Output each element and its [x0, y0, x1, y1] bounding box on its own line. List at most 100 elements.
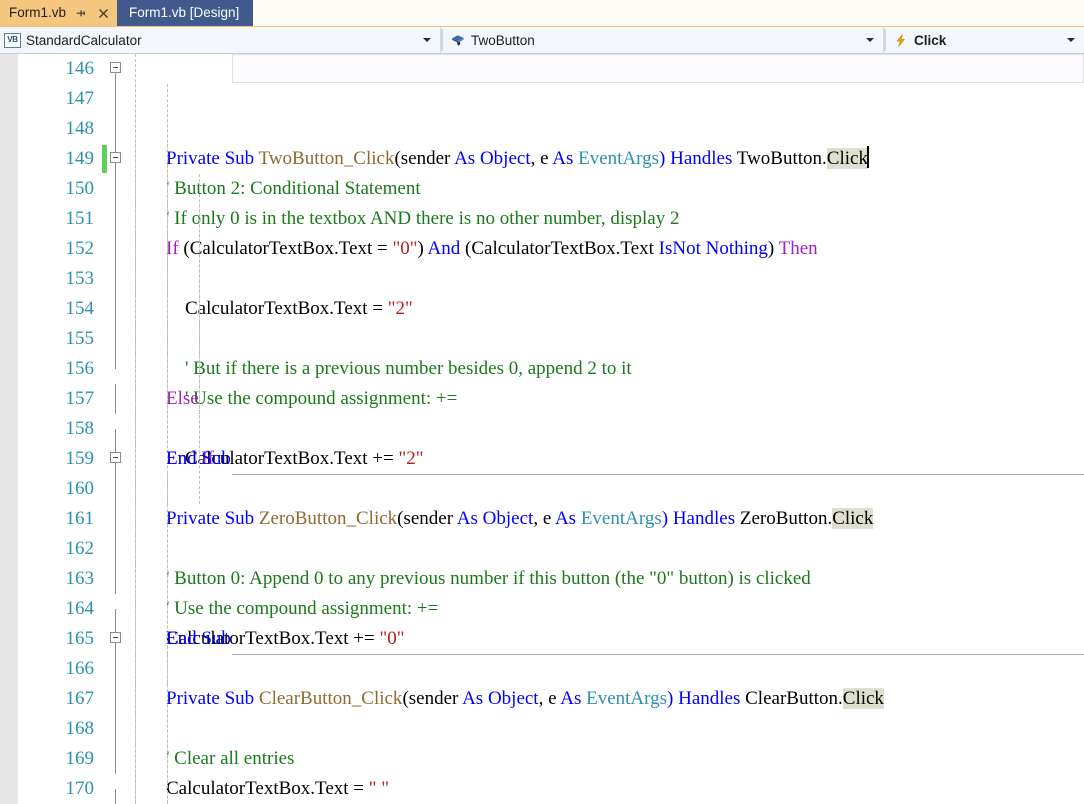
- indent-guide: [135, 774, 136, 804]
- code-line-156[interactable]: 156 End If: [18, 354, 1084, 504]
- tab-form1-vb-design[interactable]: Form1.vb [Design]: [117, 0, 254, 26]
- editor-text-area[interactable]: 146 Private Sub TwoButton_Click(sender A…: [18, 54, 1084, 804]
- code-line-151[interactable]: 151: [18, 204, 1084, 354]
- line-number: 157: [65, 388, 95, 409]
- outlining-line: [115, 474, 116, 504]
- code-line-153[interactable]: 153 ' Use the compound assignment: +=: [18, 264, 1084, 444]
- fold-collapse-icon[interactable]: [110, 62, 121, 73]
- line-number: 155: [65, 328, 95, 349]
- line-number: 165: [65, 628, 95, 649]
- code-line-147[interactable]: 147 ' Button 2: Conditional Statement: [18, 84, 1084, 234]
- outlining-line: [115, 609, 116, 624]
- line-number: 150: [65, 178, 95, 199]
- line-number: 152: [65, 238, 95, 259]
- code-line-168[interactable]: 168 CalculatorLabel.Text = " ": [18, 714, 1084, 804]
- outlining-line: [115, 429, 116, 444]
- line-number: 156: [65, 358, 95, 379]
- fold-collapse-icon[interactable]: [110, 452, 121, 463]
- line-number: 169: [65, 748, 95, 769]
- line-number: 162: [65, 538, 95, 559]
- line-number: 158: [65, 418, 95, 439]
- code-line-152[interactable]: 152 ' But if there is a previous number …: [18, 234, 1084, 414]
- tab-form1-vb[interactable]: Form1.vb: [0, 0, 118, 26]
- close-icon[interactable]: [97, 7, 110, 20]
- line-number: 149: [65, 148, 95, 169]
- chevron-down-icon-member[interactable]: [861, 38, 878, 42]
- code-content: [128, 774, 1084, 804]
- line-number: 147: [65, 88, 95, 109]
- code-line-164[interactable]: 164: [18, 594, 1084, 714]
- code-line-169[interactable]: 169 End Sub: [18, 744, 1084, 804]
- vb-file-icon: VB: [4, 32, 21, 48]
- vb-badge-label: VB: [4, 32, 21, 48]
- outlining-line: [115, 234, 116, 264]
- code-line-148[interactable]: 148 ' If only 0 is in the textbox AND th…: [18, 114, 1084, 264]
- outlining-line: [115, 294, 116, 324]
- line-number: 146: [65, 58, 95, 79]
- line-number: 164: [65, 598, 95, 619]
- change-indicator-bar: [102, 145, 107, 173]
- outlining-line: [115, 684, 116, 714]
- code-line-166[interactable]: 166 ' Clear all entries: [18, 654, 1084, 804]
- project-type-dropdown[interactable]: VB StandardCalculator: [0, 27, 441, 53]
- code-line-158[interactable]: 158: [18, 414, 1084, 534]
- outlining-line: [115, 504, 116, 534]
- code-line-161[interactable]: 161 ' Use the compound assignment: +=: [18, 504, 1084, 654]
- line-number: 159: [65, 448, 95, 469]
- editor-navigation-bar: VB StandardCalculator TwoButton Click: [0, 27, 1084, 54]
- fold-collapse-icon[interactable]: [110, 152, 121, 163]
- line-number: 166: [65, 658, 95, 679]
- member-dropdown[interactable]: TwoButton: [441, 27, 884, 53]
- code-line-170[interactable]: 170: [18, 774, 1084, 804]
- code-line-165[interactable]: 165 Private Sub ClearButton_Click(sender…: [18, 624, 1084, 744]
- code-line-150[interactable]: 150 CalculatorTextBox.Text = "2": [18, 174, 1084, 354]
- code-line-162[interactable]: 162 CalculatorTextBox.Text += "0": [18, 534, 1084, 684]
- code-line-160[interactable]: 160 ' Button 0: Append 0 to any previous…: [18, 474, 1084, 624]
- line-number: 151: [65, 208, 95, 229]
- project-type-value: StandardCalculator: [26, 32, 142, 48]
- lightning-event-icon: [892, 33, 909, 48]
- member-dropdown-value: TwoButton: [471, 32, 535, 48]
- event-dropdown-value: Click: [914, 32, 947, 48]
- line-number: 168: [65, 718, 95, 739]
- code-line-155[interactable]: 155 CalculatorTextBox.Text += "2": [18, 324, 1084, 504]
- tab-form1-vb-design-label: Form1.vb [Design]: [129, 5, 240, 20]
- code-line-157[interactable]: 157 End Sub: [18, 384, 1084, 504]
- outlining-line: [115, 354, 116, 369]
- outlining-line: [115, 654, 116, 684]
- event-dropdown[interactable]: Click: [884, 27, 1084, 53]
- code-line-154[interactable]: 154 Else: [18, 294, 1084, 444]
- code-line-159[interactable]: 159 Private Sub ZeroButton_Click(sender …: [18, 444, 1084, 564]
- outlining-line: [115, 84, 116, 114]
- outlining-line: [115, 714, 116, 744]
- outlining-line: [115, 744, 116, 774]
- control-object-icon: [449, 33, 466, 48]
- outlining-line: [115, 384, 116, 414]
- outlining-line: [115, 564, 116, 594]
- line-number: 154: [65, 298, 95, 319]
- chevron-down-icon-project[interactable]: [418, 38, 435, 42]
- code-line-146[interactable]: 146 Private Sub TwoButton_Click(sender A…: [18, 54, 1084, 204]
- line-number: 170: [65, 778, 95, 799]
- code-editor[interactable]: 146 Private Sub TwoButton_Click(sender A…: [0, 54, 1084, 804]
- line-number: 167: [65, 688, 95, 709]
- line-number: 153: [65, 268, 95, 289]
- line-number: 160: [65, 478, 95, 499]
- editor-tab-strip: Form1.vb Form1.vb [Design]: [0, 0, 1084, 27]
- current-line-highlight: [232, 54, 1084, 83]
- outlining-line: [115, 264, 116, 294]
- code-line-167[interactable]: 167 CalculatorTextBox.Text = " ": [18, 684, 1084, 804]
- outlining-line: [115, 114, 116, 144]
- editor-indicator-margin: [0, 54, 18, 804]
- outlining-line: [115, 204, 116, 234]
- line-number: 163: [65, 568, 95, 589]
- tab-form1-vb-label: Form1.vb: [9, 5, 67, 20]
- fold-collapse-icon[interactable]: [110, 632, 121, 643]
- pin-icon[interactable]: [75, 7, 88, 20]
- outlining-line: [115, 534, 116, 564]
- line-number: 148: [65, 118, 95, 139]
- chevron-down-icon-event[interactable]: [1062, 38, 1079, 42]
- code-line-163[interactable]: 163 End Sub: [18, 564, 1084, 684]
- outlining-line: [115, 324, 116, 354]
- code-line-149[interactable]: 149 If (CalculatorTextBox.Text = "0") An…: [18, 144, 1084, 294]
